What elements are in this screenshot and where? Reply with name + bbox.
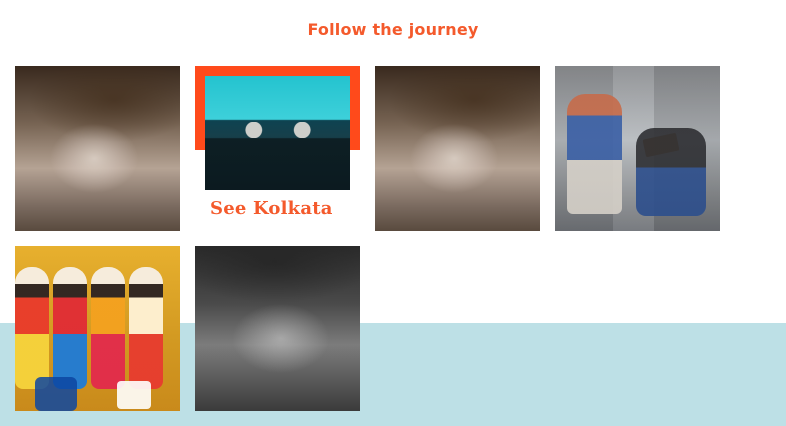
featured-caption: See Kolkata: [210, 198, 333, 219]
section-title: Follow the journey: [307, 20, 479, 39]
gallery-tile-portrait-1[interactable]: [15, 66, 180, 231]
portrait-image: [15, 66, 180, 231]
gallery-tile-portrait-bw[interactable]: [195, 246, 360, 411]
gallery-tile-featured[interactable]: See Kolkata: [195, 66, 360, 231]
eyes-shape: [223, 122, 333, 138]
crate-shape: [35, 377, 77, 411]
person-right-shape: [636, 128, 706, 216]
gallery-tile-colorful-people[interactable]: [15, 246, 180, 411]
person-left-shape: [567, 94, 622, 214]
gallery-tile-portrait-2[interactable]: [375, 66, 540, 231]
gallery-tile-street-scene[interactable]: [555, 66, 720, 231]
figure-3-shape: [91, 267, 125, 389]
stool-shape: [117, 381, 151, 409]
figure-4-shape: [129, 267, 163, 389]
colorful-image: [15, 246, 180, 411]
figure-1-shape: [15, 267, 49, 389]
figure-2-shape: [53, 267, 87, 389]
street-image: [555, 66, 720, 231]
featured-image: [205, 76, 350, 190]
portrait-image: [375, 66, 540, 231]
portrait-image: [195, 246, 360, 411]
